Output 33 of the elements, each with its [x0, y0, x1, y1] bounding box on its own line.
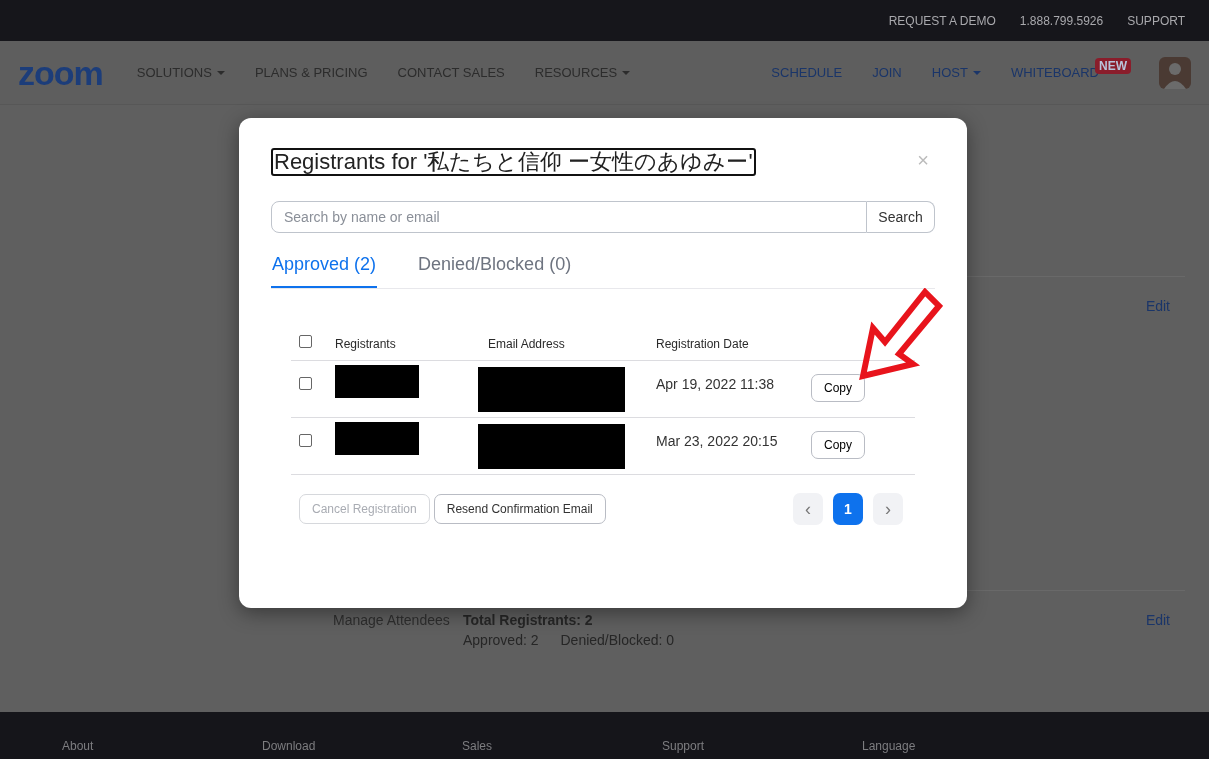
- page-button[interactable]: 1: [833, 493, 863, 525]
- copy-button[interactable]: Copy: [811, 431, 865, 459]
- tab[interactable]: Denied/Blocked (0): [417, 233, 573, 288]
- checkbox[interactable]: [299, 434, 312, 447]
- previous-page-button[interactable]: ‹: [793, 493, 823, 525]
- denied-count: Denied/Blocked: 0: [560, 631, 675, 650]
- checkbox[interactable]: [299, 334, 312, 348]
- top-bar-link[interactable]: REQUEST A DEMO: [888, 11, 996, 30]
- top-bar-link[interactable]: SUPPORT: [1127, 11, 1185, 30]
- column-header: Email Address: [488, 336, 565, 351]
- footer-heading[interactable]: Support: [662, 737, 862, 755]
- modal-title: Registrants for '私たちと信仰 ー女性のあゆみー': [271, 148, 756, 176]
- caret-icon: [216, 70, 225, 75]
- column-header: Registrants: [335, 336, 396, 351]
- new-badge: NEW: [1095, 57, 1131, 74]
- search-field[interactable]: Search by name or email: [271, 201, 867, 233]
- registration-date: Mar 23, 2022 20:15: [656, 433, 778, 449]
- registration-date: Apr 19, 2022 11:38: [656, 376, 775, 392]
- checkbox[interactable]: [299, 377, 312, 390]
- action-button[interactable]: Resend Confirmation Email: [433, 494, 606, 524]
- footer-heading[interactable]: Download: [262, 737, 462, 755]
- tab[interactable]: Approved (2): [271, 233, 378, 288]
- approved-count: Approved: 2: [463, 631, 539, 650]
- footer-heading[interactable]: Language: [862, 737, 1062, 755]
- column-header: Registration Date: [656, 336, 749, 351]
- footer-heading[interactable]: About: [62, 737, 262, 755]
- caret-icon: [622, 70, 631, 75]
- search-button[interactable]: Search: [867, 201, 935, 233]
- top-bar-link[interactable]: 1.888.799.5926: [1019, 11, 1104, 30]
- next-page-button[interactable]: ›: [873, 493, 903, 525]
- copy-button[interactable]: Copy: [811, 374, 865, 402]
- footer-heading[interactable]: Sales: [462, 737, 662, 755]
- caret-icon: [972, 70, 981, 75]
